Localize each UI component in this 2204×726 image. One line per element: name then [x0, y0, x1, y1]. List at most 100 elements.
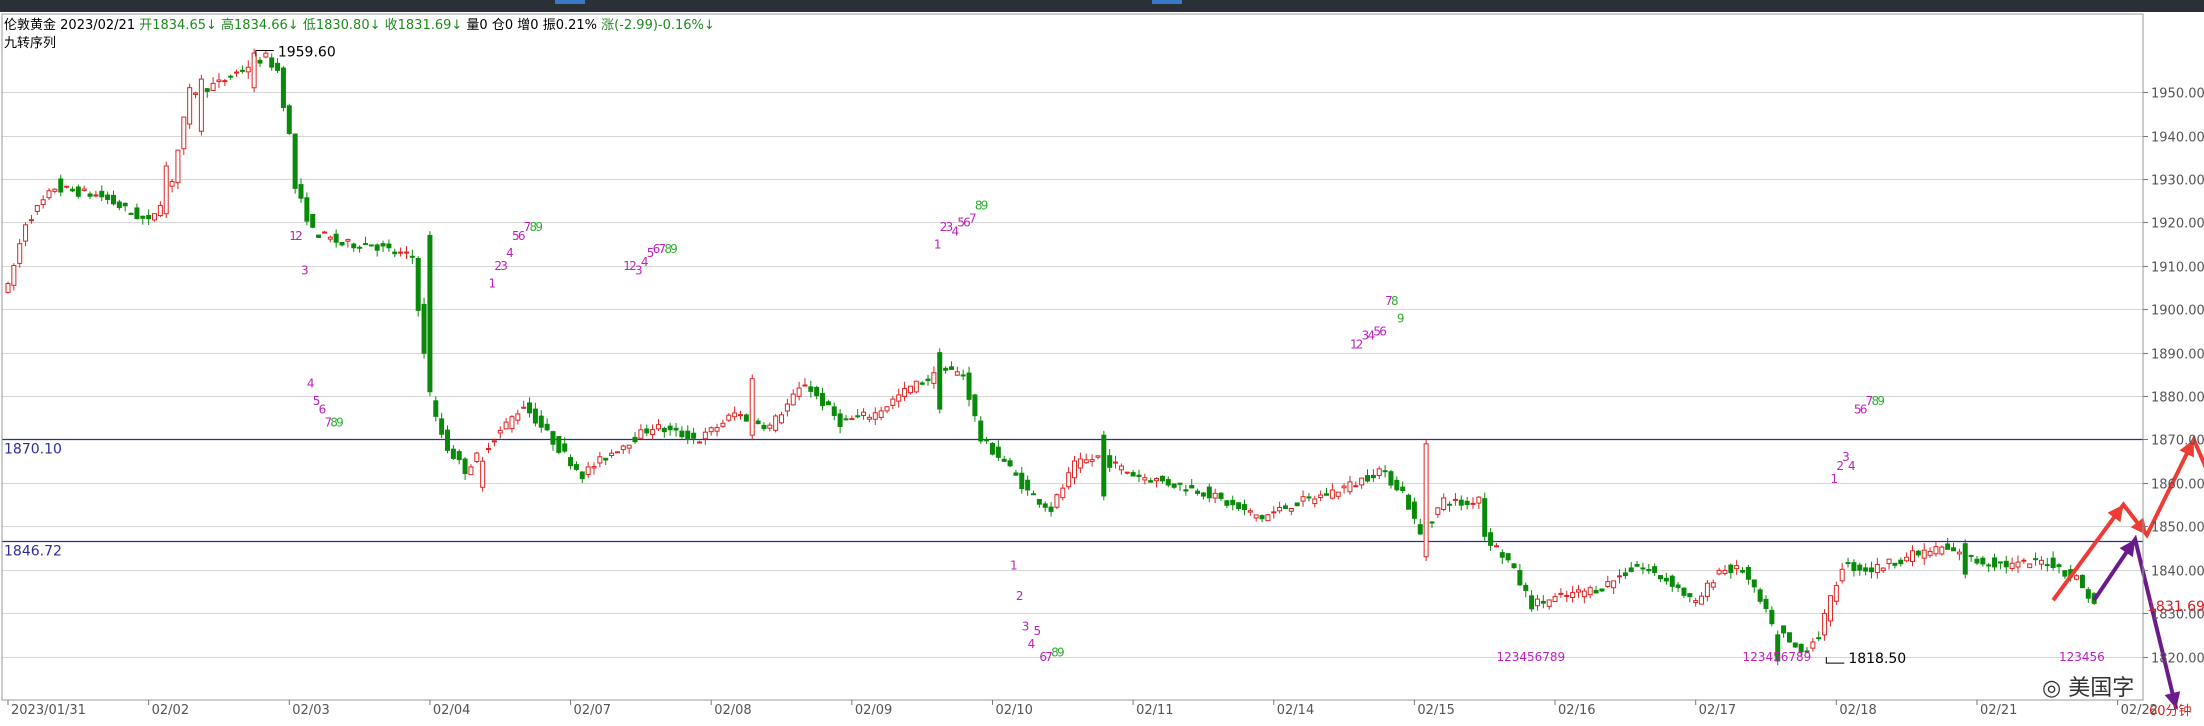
candle-body [333, 233, 339, 243]
candle-body [1499, 552, 1505, 558]
candle-body [1282, 505, 1288, 509]
gridlines [2, 92, 2143, 658]
candle-body [1704, 582, 1710, 597]
candle-body [1751, 579, 1757, 588]
candle-body [1915, 550, 1921, 556]
candle-body [1599, 588, 1605, 592]
candle-body [943, 367, 949, 371]
candle-body [421, 303, 427, 354]
candle-body [1511, 563, 1517, 569]
td-sequence-labels: 123456789123456789123456789 1234567891234… [289, 198, 2105, 664]
candle-body [1517, 570, 1523, 586]
candle-body [1921, 549, 1927, 559]
candle-body [573, 464, 579, 470]
candle-body [87, 193, 93, 197]
candle-body [1464, 500, 1470, 506]
candle-body [902, 388, 908, 397]
candle-body [1687, 593, 1693, 598]
td-count-label: 9 [1057, 646, 1065, 660]
candle-body [1206, 486, 1212, 499]
projection-arrowhead [2107, 504, 2124, 523]
candle-body [1394, 479, 1400, 491]
candle-body [696, 441, 702, 444]
candle-body [1300, 496, 1306, 502]
candle-body [392, 251, 398, 255]
y-tick-label: 1870.00 [2151, 434, 2204, 449]
candle-body [1534, 598, 1540, 607]
candle-body [1611, 580, 1617, 589]
y-tick-label: 1840.00 [2151, 565, 2204, 580]
candle-body [1388, 471, 1394, 486]
candle-body [64, 185, 70, 188]
candle-body [152, 213, 157, 221]
candle-body [1945, 543, 1951, 550]
candle-body [193, 92, 199, 95]
candle-body [1452, 498, 1458, 501]
candle-body [1124, 471, 1130, 474]
candle-body [1980, 557, 1986, 565]
candle-body [732, 412, 738, 418]
candle-body [1353, 485, 1359, 488]
td-count-label: 6 [1379, 324, 1387, 338]
plot-border [1, 13, 2144, 701]
candle-body [984, 439, 990, 442]
candlestick-chart[interactable]: 1870.101846.72 1234567891234567891234567… [0, 0, 2204, 726]
candle-body [527, 402, 533, 414]
candle-body [462, 458, 468, 475]
td-count-label: 7 [969, 211, 977, 225]
candle-body [116, 201, 122, 209]
candle-body [280, 67, 286, 109]
candle-body [1031, 493, 1036, 496]
candle-body [1863, 567, 1869, 572]
candle-body [515, 413, 521, 421]
candle-body [1910, 550, 1915, 562]
candle-body [1400, 486, 1406, 492]
candle-body [1177, 482, 1183, 485]
candle-body [1441, 497, 1447, 510]
candle-body [1617, 575, 1622, 578]
td-count-label: 9 [1877, 394, 1885, 408]
candle-body [896, 394, 902, 402]
candle-body [2062, 570, 2068, 577]
candle-body [1927, 550, 1933, 556]
candle-body [614, 451, 620, 454]
candle-body [521, 406, 527, 409]
candle-body [2038, 559, 2044, 565]
candle-body [691, 432, 697, 439]
watermark-logo-icon: ◎ [2042, 676, 2062, 701]
candle-body [1458, 499, 1464, 506]
candle-body [796, 387, 802, 397]
x-tick-label: 02/21 [1980, 703, 2017, 718]
candle-body [784, 403, 790, 412]
candle-body [1933, 546, 1939, 555]
candle-body [1728, 564, 1734, 574]
candle-body [2003, 560, 2009, 568]
candle-body [239, 69, 245, 72]
candle-body [1540, 600, 1546, 604]
candle-body [1763, 598, 1769, 610]
y-tick-label: 1900.00 [2151, 304, 2204, 319]
candle-body [398, 251, 404, 254]
candle-body [1904, 556, 1910, 562]
candle-body [99, 190, 105, 198]
candle-body [1335, 491, 1341, 497]
candle-body [386, 243, 392, 249]
candle-body [321, 231, 327, 234]
candle-body [1634, 563, 1640, 567]
candle-body [655, 424, 661, 430]
candle-body [585, 466, 591, 476]
candle-body [1669, 575, 1675, 587]
candle-body [1236, 502, 1242, 510]
candle-body [738, 414, 743, 417]
candle-body [1628, 567, 1634, 572]
candle-body [1745, 566, 1751, 580]
candle-body [1288, 507, 1294, 512]
candle-body [1470, 502, 1476, 505]
level-label: 1870.10 [4, 442, 62, 458]
candle-body [316, 234, 322, 238]
oi-change-value: 增0 [517, 18, 539, 33]
close-value: 收1831.69↓ [384, 18, 463, 33]
td-count-label: 123456 [2059, 650, 2105, 664]
candle-body [11, 265, 17, 286]
candle-body [989, 442, 995, 455]
